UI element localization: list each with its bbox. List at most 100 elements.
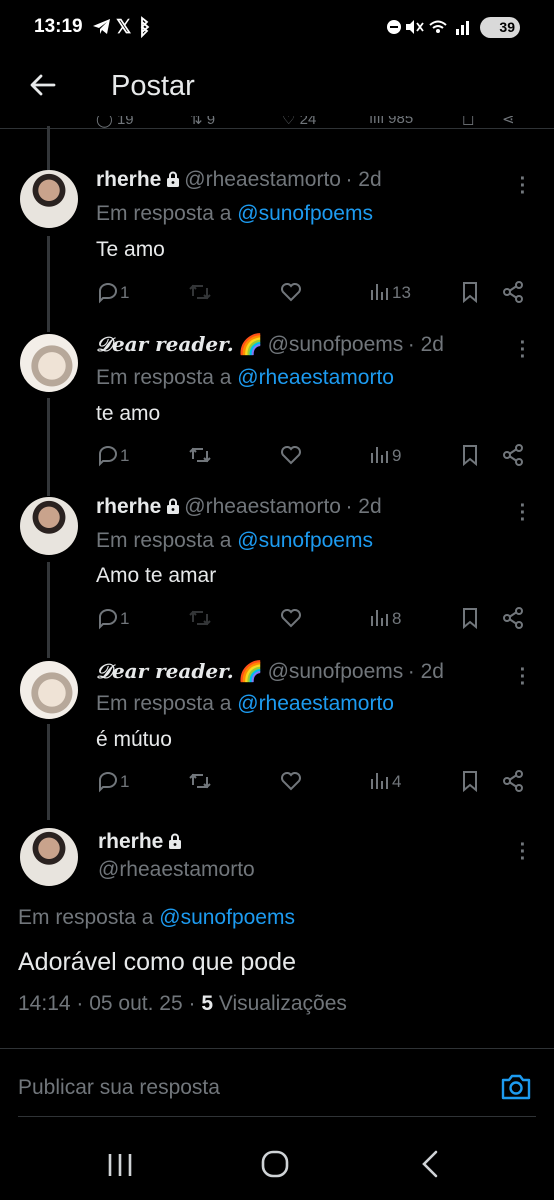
avatar[interactable] <box>20 170 78 228</box>
tweet-age: · 2d <box>345 168 382 191</box>
rainbow-emoji: 🌈 <box>238 334 264 356</box>
rainbow-emoji: 🌈 <box>238 661 264 683</box>
bookmark-button[interactable] <box>458 280 482 309</box>
reply-input[interactable]: Publicar sua resposta <box>18 1076 220 1100</box>
system-back-icon[interactable] <box>420 1150 440 1183</box>
reply-icon <box>99 609 117 630</box>
share-icon <box>503 281 523 303</box>
like-button[interactable] <box>279 280 303 309</box>
more-options-icon[interactable]: · · · <box>518 660 528 694</box>
more-options-icon[interactable]: · · · <box>518 169 528 203</box>
bookmark-icon <box>463 608 477 630</box>
more-options-icon[interactable]: · · · <box>518 835 528 869</box>
display-name[interactable]: 𝒟ear reader. <box>96 332 234 356</box>
like-button[interactable] <box>279 769 303 798</box>
previous-tweet-actions: ◯ 19 ⇅ 9 ♡ 24 ılıl 985 ◻ ⋖ <box>96 116 536 130</box>
bookmark-icon <box>463 445 477 467</box>
views-button[interactable]: 13 <box>368 280 411 304</box>
reply-context: Em resposta a @rheaestamorto <box>96 692 394 716</box>
prev-like-count[interactable]: ♡ 24 <box>282 116 316 128</box>
retweet-button[interactable] <box>188 769 212 798</box>
reply-button[interactable]: 1 <box>96 606 129 630</box>
reply-button[interactable]: 1 <box>96 280 129 304</box>
reply-button[interactable]: 1 <box>96 443 129 467</box>
more-options-icon[interactable]: · · · <box>518 333 528 367</box>
telegram-x-bluetooth-icons: 𝕏 <box>93 16 150 39</box>
reply-count: 1 <box>120 609 130 628</box>
camera-icon[interactable] <box>500 1072 532 1107</box>
status-time: 13:19 <box>34 16 83 37</box>
share-button[interactable] <box>501 443 525 472</box>
bookmark-button[interactable] <box>458 606 482 635</box>
heart-icon <box>281 446 301 465</box>
reply-context: Em resposta a @sunofpoems <box>96 202 373 226</box>
reply-to-link[interactable]: @sunofpoems <box>237 202 373 225</box>
more-options-icon[interactable]: · · · <box>518 496 528 530</box>
share-button[interactable] <box>501 280 525 309</box>
avatar[interactable] <box>20 334 78 392</box>
reply-to-link[interactable]: @sunofpoems <box>237 529 373 552</box>
views-icon <box>371 610 388 626</box>
retweet-icon <box>189 610 211 626</box>
avatar[interactable] <box>20 661 78 719</box>
prev-view-count[interactable]: ılıl 985 <box>369 116 413 127</box>
home-icon[interactable] <box>261 1150 289 1183</box>
views-button[interactable]: 4 <box>368 769 401 793</box>
bookmark-icon <box>463 771 477 793</box>
user-handle[interactable]: @rheaestamorto <box>184 495 341 518</box>
back-arrow-icon[interactable] <box>28 70 58 100</box>
bookmark-button[interactable] <box>458 443 482 472</box>
thread-line <box>47 126 50 170</box>
display-name[interactable]: rherhe <box>96 168 161 191</box>
retweet-button[interactable] <box>188 443 212 472</box>
avatar[interactable] <box>20 828 78 886</box>
reply-to-link[interactable]: @rheaestamorto <box>237 366 394 389</box>
thread-tweet[interactable]: rherhe @rheaestamorto · 2d · · · Em respos… <box>0 168 554 328</box>
views-button[interactable]: 8 <box>368 606 401 630</box>
reply-prefix: Em resposta a <box>96 692 232 715</box>
reply-button[interactable]: 1 <box>96 769 129 793</box>
reply-to-link[interactable]: @sunofpoems <box>159 906 295 929</box>
user-handle[interactable]: @sunofpoems <box>268 660 404 683</box>
thread-tweet[interactable]: 𝒟ear reader. 🌈 @sunofpoems · 2d · · · Em r… <box>0 659 554 819</box>
avatar[interactable] <box>20 497 78 555</box>
reply-to-link[interactable]: @rheaestamorto <box>237 692 394 715</box>
like-button[interactable] <box>279 443 303 472</box>
retweet-button[interactable] <box>188 280 212 309</box>
display-name[interactable]: 𝒟ear reader. <box>96 659 234 683</box>
reply-prefix: Em resposta a <box>96 202 232 225</box>
like-button[interactable] <box>279 606 303 635</box>
retweet-button[interactable] <box>188 606 212 635</box>
share-button[interactable] <box>501 769 525 798</box>
prev-bookmark-icon[interactable]: ◻ <box>462 116 474 128</box>
heart-icon <box>281 609 301 628</box>
share-icon <box>503 444 523 466</box>
tweet-text: Amo te amar <box>96 564 217 587</box>
views-icon <box>371 284 388 300</box>
recent-apps-icon[interactable] <box>106 1152 134 1183</box>
prev-reply-count[interactable]: ◯ 19 <box>96 116 134 128</box>
reply-prefix: Em resposta a <box>96 529 232 552</box>
thread-tweet[interactable]: 𝒟ear reader. 🌈 @sunofpoems · 2d · · · Em r… <box>0 332 554 492</box>
tweet-age: · 2d <box>345 495 382 518</box>
status-bar: 13:19 𝕏 39 <box>0 0 554 56</box>
view-count: 9 <box>392 446 402 465</box>
prev-retweet-count[interactable]: ⇅ 9 <box>190 116 215 128</box>
tweet-meta: 14:14 · 05 out. 25 · 5 Visualizações <box>18 992 347 1015</box>
display-name[interactable]: rherhe <box>98 830 163 853</box>
view-count: 13 <box>392 283 411 302</box>
svg-text:𝕏: 𝕏 <box>116 17 135 38</box>
views-button[interactable]: 9 <box>368 443 401 467</box>
thread-tweet[interactable]: rherhe @rheaestamorto · 2d · · · Em respos… <box>0 495 554 655</box>
display-name[interactable]: rherhe <box>96 495 161 518</box>
notification-icons: 𝕏 <box>92 16 164 43</box>
user-handle[interactable]: @sunofpoems <box>268 333 404 356</box>
reply-icon <box>99 772 117 793</box>
user-handle[interactable]: @rheaestamorto <box>98 858 255 882</box>
share-icon <box>503 770 523 792</box>
share-button[interactable] <box>501 606 525 635</box>
user-handle[interactable]: @rheaestamorto <box>184 168 341 191</box>
bookmark-button[interactable] <box>458 769 482 798</box>
prev-share-icon[interactable]: ⋖ <box>502 116 515 128</box>
retweet-icon <box>189 447 211 463</box>
